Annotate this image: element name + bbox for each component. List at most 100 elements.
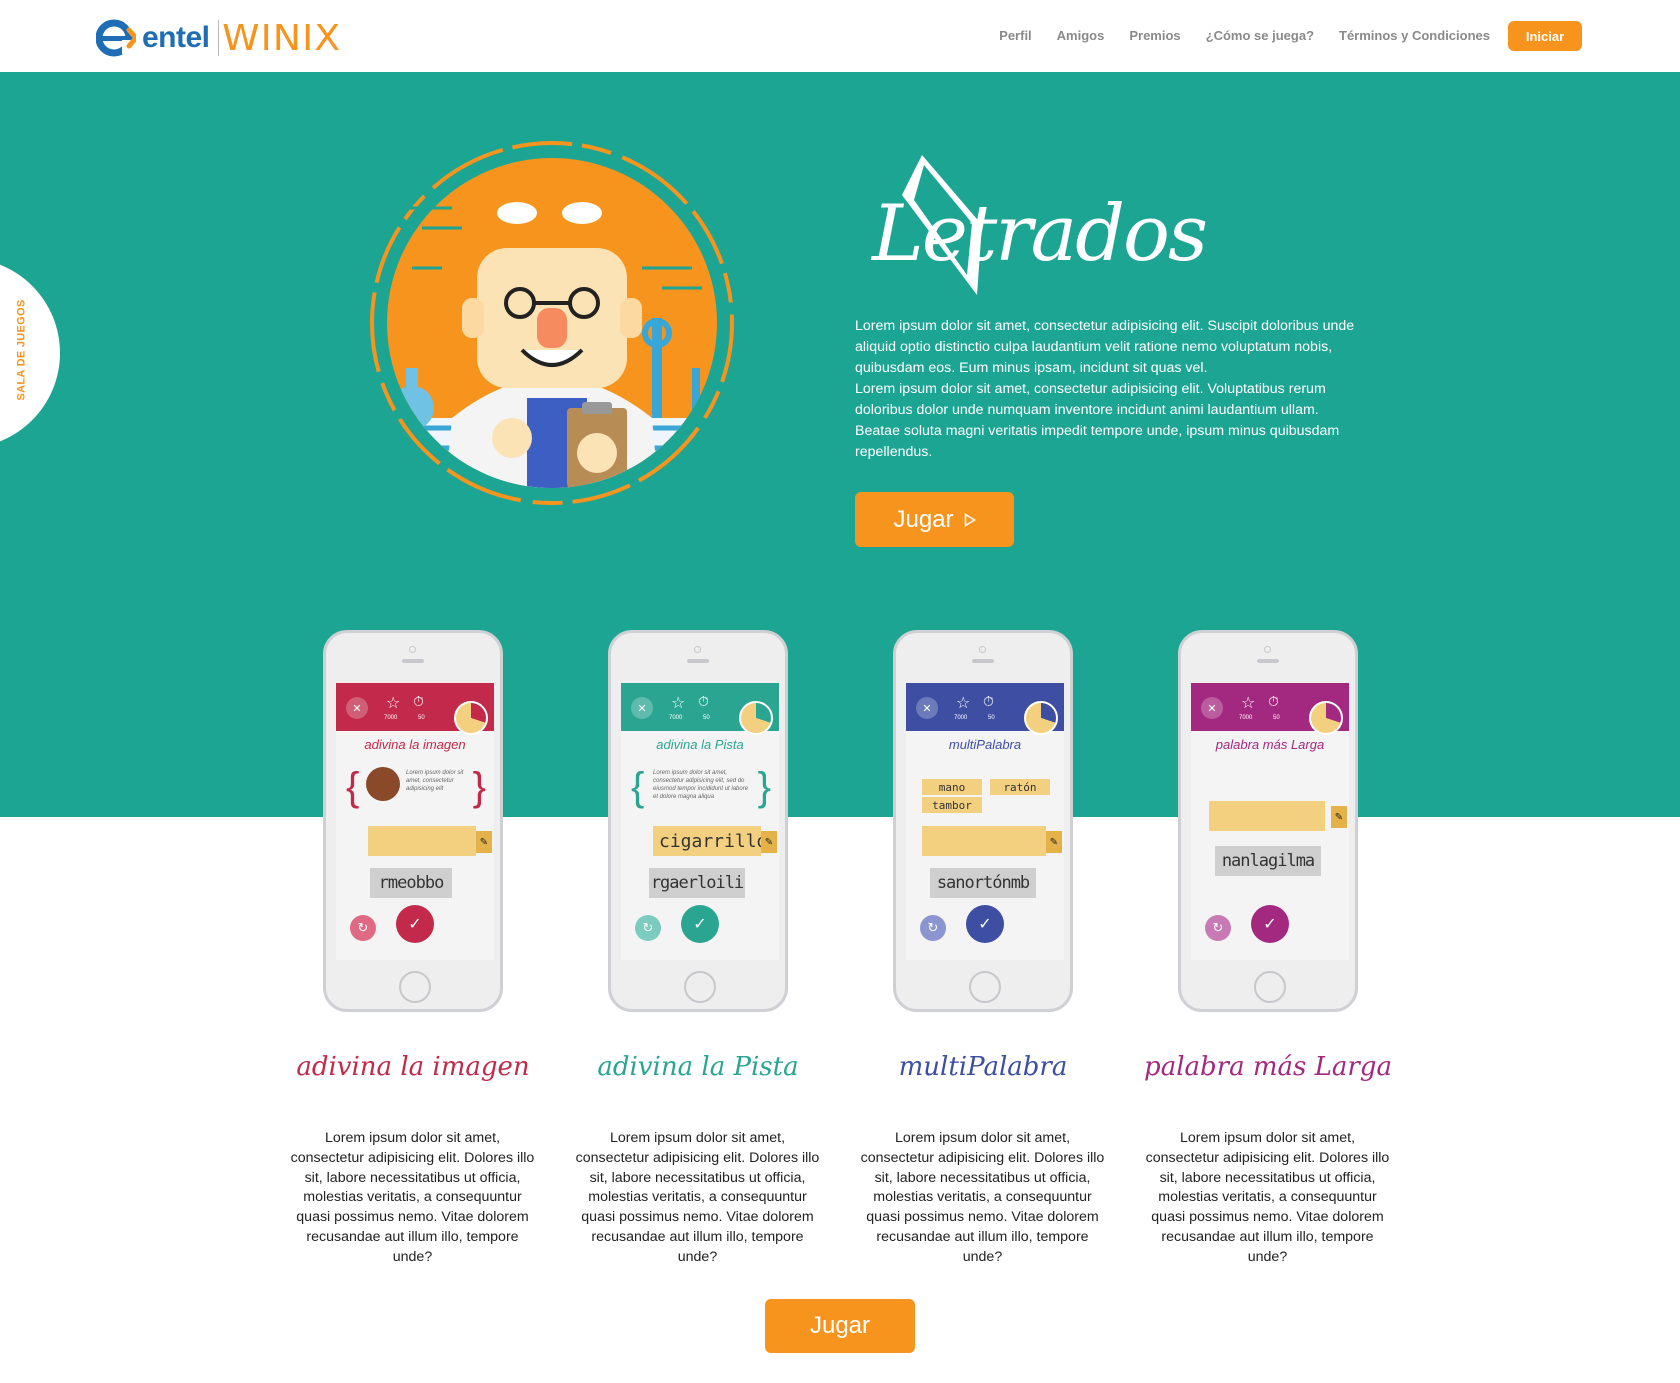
- stopwatch-icon: ⏱: [413, 693, 424, 709]
- phone-palabra-mas-larga: ✕ ☆ 7000 ⏱ 50 palabra más Larga ✎ nanlag…: [1178, 630, 1358, 1012]
- close-icon[interactable]: ✕: [631, 697, 653, 719]
- answer-box[interactable]: [1209, 801, 1325, 831]
- stars-value: 7000: [384, 715, 398, 721]
- pie-timer-icon: [1309, 701, 1343, 735]
- phone-screen: ✕ ☆ 7000 ⏱ 50 adivina la Pista { Lorem i…: [621, 683, 779, 960]
- phone-adivina-pista: ✕ ☆ 7000 ⏱ 50 adivina la Pista { Lorem i…: [608, 630, 788, 1012]
- hint-text: Lorem ipsum dolor sit amet, consectetur …: [653, 770, 749, 800]
- letter-tiles[interactable]: nanlagilma: [1215, 846, 1321, 876]
- phone-camera: [409, 646, 416, 653]
- time-value: 50: [988, 715, 995, 721]
- game-title-adivina-imagen[interactable]: adivina la imagen: [283, 1052, 543, 1082]
- phone-camera: [694, 646, 701, 653]
- phone-screen: ✕ ☆ 7000 ⏱ 50 palabra más Larga ✎ nanlag…: [1191, 683, 1349, 960]
- stars-value: 7000: [954, 715, 968, 721]
- game-description: Lorem ipsum dolor sit amet, consectetur …: [575, 1130, 820, 1265]
- stars-value: 7000: [1239, 715, 1253, 721]
- jugar-bottom-button[interactable]: Jugar: [765, 1299, 915, 1353]
- phone-camera: [1264, 646, 1271, 653]
- hint-text: Lorem ipsum dolor sit amet, consectetur …: [406, 770, 464, 792]
- check-icon[interactable]: ✓: [966, 905, 1004, 943]
- iniciar-button[interactable]: Iniciar: [1508, 21, 1582, 51]
- pie-timer-icon: [739, 701, 773, 735]
- eraser-icon[interactable]: ✎: [761, 831, 777, 853]
- eraser-icon[interactable]: ✎: [1046, 831, 1062, 853]
- word-chip: mano: [922, 779, 982, 795]
- logo-divider: [217, 20, 219, 56]
- game-topbar: ✕ ☆ 7000 ⏱ 50: [1191, 683, 1349, 735]
- play-icon: [964, 512, 976, 527]
- phone-speaker: [687, 659, 709, 663]
- refresh-icon[interactable]: ↻: [635, 915, 661, 941]
- letter-tiles[interactable]: rmeobbo: [370, 868, 452, 898]
- refresh-icon[interactable]: ↻: [1205, 915, 1231, 941]
- letter-tiles[interactable]: rgaerloili: [649, 868, 745, 898]
- check-icon[interactable]: ✓: [681, 905, 719, 943]
- answer-box[interactable]: [922, 826, 1046, 856]
- time-value: 50: [1273, 715, 1280, 721]
- game-description: Lorem ipsum dolor sit amet, consectetur …: [1145, 1130, 1390, 1265]
- screen-game-title: adivina la Pista: [656, 737, 744, 752]
- hint-image: [366, 767, 400, 801]
- brand-logo[interactable]: entel WINIX: [96, 16, 340, 60]
- sala-de-juegos-label: SALA DE JUEGOS: [15, 299, 28, 401]
- nav-como-se-juega[interactable]: ¿Cómo se juega?: [1206, 28, 1314, 43]
- eraser-icon[interactable]: ✎: [476, 831, 492, 853]
- hero-paragraph-1: Lorem ipsum dolor sit amet, consectetur …: [855, 318, 1355, 376]
- hint-bubble: { Lorem ipsum dolor sit amet, consectetu…: [631, 765, 771, 809]
- check-icon[interactable]: ✓: [396, 905, 434, 943]
- close-icon[interactable]: ✕: [346, 697, 368, 719]
- star-icon: ☆: [386, 695, 401, 712]
- nav-perfil[interactable]: Perfil: [999, 28, 1032, 43]
- hero-paragraph-2: Lorem ipsum dolor sit amet, consectetur …: [855, 381, 1340, 460]
- jugar-hero-button[interactable]: Jugar: [855, 492, 1014, 547]
- phone-speaker: [1257, 659, 1279, 663]
- game-topbar: ✕ ☆ 7000 ⏱ 50: [621, 683, 779, 735]
- refresh-icon[interactable]: ↻: [350, 915, 376, 941]
- game-description: Lorem ipsum dolor sit amet, consectetur …: [290, 1130, 535, 1265]
- pie-timer-icon: [1024, 701, 1058, 735]
- eraser-icon[interactable]: ✎: [1331, 806, 1347, 828]
- entel-logo-icon: [96, 19, 136, 57]
- stopwatch-icon: ⏱: [983, 693, 994, 709]
- pie-timer-icon: [454, 701, 488, 735]
- letrados-logo: Letrados: [870, 155, 1208, 295]
- entel-wordmark: entel: [142, 21, 210, 54]
- screen-game-title: palabra más Larga: [1215, 737, 1325, 752]
- star-icon: ☆: [956, 695, 971, 712]
- phone-home-button: [1254, 971, 1286, 1003]
- word-chip: ratón: [990, 779, 1050, 795]
- game-topbar: ✕ ☆ 7000 ⏱ 50: [336, 683, 494, 735]
- stopwatch-icon: ⏱: [1268, 693, 1279, 709]
- hint-bubble: { Lorem ipsum dolor sit amet, consectetu…: [346, 765, 486, 809]
- check-icon[interactable]: ✓: [1251, 905, 1289, 943]
- site-header: entel WINIX Perfil Amigos Premios ¿Cómo …: [0, 0, 1680, 72]
- main-nav: Perfil Amigos Premios ¿Cómo se juega? Té…: [974, 28, 1490, 43]
- letter-tiles[interactable]: sanortónmb: [930, 868, 1036, 898]
- letrados-wordmark: Letrados: [870, 189, 1206, 279]
- time-value: 50: [703, 715, 710, 721]
- close-icon[interactable]: ✕: [1201, 697, 1223, 719]
- nav-premios[interactable]: Premios: [1129, 28, 1180, 43]
- game-topbar: ✕ ☆ 7000 ⏱ 50: [906, 683, 1064, 735]
- phone-speaker: [402, 659, 424, 663]
- game-description: Lorem ipsum dolor sit amet, consectetur …: [860, 1130, 1105, 1265]
- phone-multipalabra: ✕ ☆ 7000 ⏱ 50 multiPalabra mano ratón ta…: [893, 630, 1073, 1012]
- close-icon[interactable]: ✕: [916, 697, 938, 719]
- phone-home-button: [399, 971, 431, 1003]
- refresh-icon[interactable]: ↻: [920, 915, 946, 941]
- nav-terminos[interactable]: Términos y Condiciones: [1339, 28, 1490, 43]
- game-title-adivina-pista[interactable]: adivina la Pista: [568, 1052, 828, 1082]
- word-chip: tambor: [922, 797, 982, 813]
- answer-box[interactable]: [368, 826, 476, 856]
- game-title-multipalabra[interactable]: multiPalabra: [853, 1052, 1113, 1082]
- jugar-hero-label: Jugar: [893, 505, 954, 533]
- game-title-palabra-mas-larga[interactable]: palabra más Larga: [1138, 1052, 1398, 1082]
- phone-adivina-imagen: ✕ ☆ 7000 ⏱ 50 adivina la imagen { Lorem …: [323, 630, 503, 1012]
- stopwatch-icon: ⏱: [698, 693, 709, 709]
- sala-de-juegos-label-wrap: SALA DE JUEGOS: [12, 295, 30, 405]
- phone-home-button: [969, 971, 1001, 1003]
- nav-amigos[interactable]: Amigos: [1057, 28, 1105, 43]
- phone-screen: ✕ ☆ 7000 ⏱ 50 adivina la imagen { Lorem …: [336, 683, 494, 960]
- phone-speaker: [972, 659, 994, 663]
